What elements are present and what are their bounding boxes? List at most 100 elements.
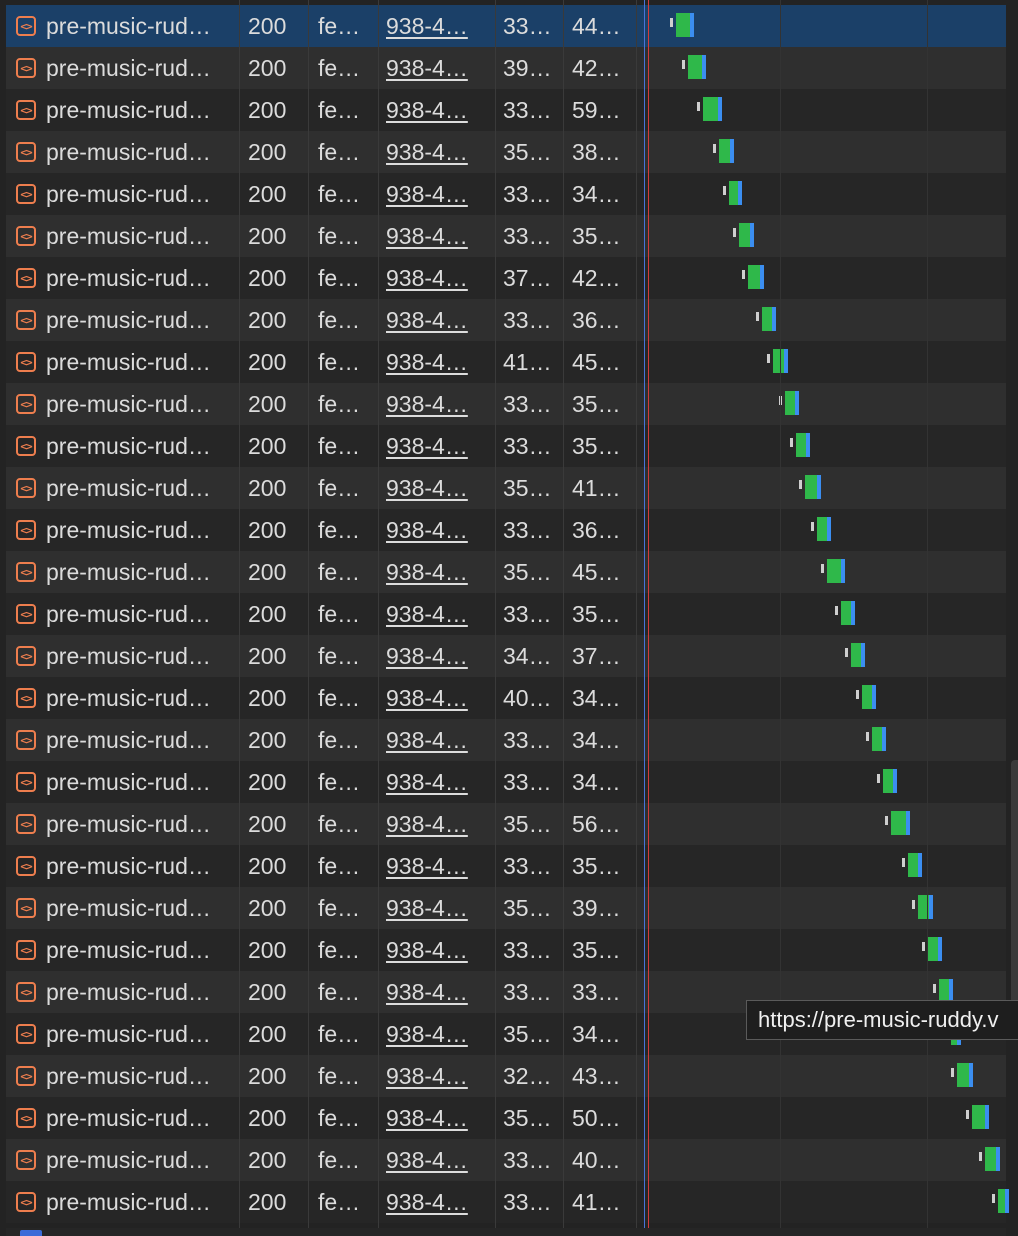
request-row[interactable]: <> pre-music-rud… 200 fe… 938-4… 39… 42… [6, 47, 1006, 89]
initiator-cell-text[interactable]: 938-4… [386, 97, 468, 124]
size-cell: 33… [495, 719, 563, 761]
request-row[interactable]: <> pre-music-rud… 200 fe… 938-4… 33… 35… [6, 383, 1006, 425]
waterfall-cell[interactable] [631, 1055, 1006, 1097]
waterfall-cell[interactable] [631, 719, 1006, 761]
size-cell: 33… [495, 5, 563, 47]
initiator-cell-text[interactable]: 938-4… [386, 895, 468, 922]
request-row[interactable]: <> pre-music-rud… 200 fe… 938-4… 35… 45… [6, 551, 1006, 593]
initiator-cell-text[interactable]: 938-4… [386, 307, 468, 334]
waterfall-cell[interactable] [631, 677, 1006, 719]
request-row[interactable]: <> pre-music-rud… 200 fe… 938-4… 33… 44… [6, 5, 1006, 47]
request-row[interactable]: <> pre-music-rud… 200 fe… 938-4… 40… 34… [6, 677, 1006, 719]
request-row[interactable]: <> pre-music-rud… 200 fe… 938-4… 35… 38… [6, 131, 1006, 173]
initiator-cell-text[interactable]: 938-4… [386, 475, 468, 502]
request-row[interactable]: <> pre-music-rud… 200 fe… 938-4… 33… 34… [6, 173, 1006, 215]
request-row[interactable]: <> pre-music-rud… 200 fe… 938-4… 35… 56… [6, 803, 1006, 845]
request-row[interactable]: <> pre-music-rud… 200 fe… 938-4… 33… 36… [6, 509, 1006, 551]
initiator-cell-text[interactable]: 938-4… [386, 1021, 468, 1048]
waterfall-cell[interactable] [631, 299, 1006, 341]
initiator-cell-text[interactable]: 938-4… [386, 937, 468, 964]
type-cell: fe… [308, 383, 378, 425]
request-row[interactable]: <> pre-music-rud… 200 fe… 938-4… 33… 35… [6, 845, 1006, 887]
initiator-cell-text[interactable]: 938-4… [386, 853, 468, 880]
waterfall-cell[interactable] [631, 551, 1006, 593]
waterfall-cell[interactable] [631, 1181, 1009, 1223]
column-divider[interactable] [563, 0, 564, 1236]
initiator-cell-text[interactable]: 938-4… [386, 349, 468, 376]
initiator-cell-text[interactable]: 938-4… [386, 13, 468, 40]
initiator-cell-text[interactable]: 938-4… [386, 181, 468, 208]
scrollbar-thumb[interactable] [1011, 760, 1018, 1010]
waterfall-cell[interactable] [631, 845, 1006, 887]
request-row[interactable]: <> pre-music-rud… 200 fe… 938-4… 37… 42… [6, 257, 1006, 299]
initiator-cell-text[interactable]: 938-4… [386, 55, 468, 82]
type-cell-text: fe… [318, 1020, 361, 1047]
request-row[interactable]: <> pre-music-rud… 200 fe… 938-4… 41… 45… [6, 341, 1006, 383]
initiator-cell-text[interactable]: 938-4… [386, 811, 468, 838]
request-row[interactable]: <> pre-music-rud… 200 fe… 938-4… 33… 34… [6, 719, 1006, 761]
initiator-cell-text[interactable]: 938-4… [386, 391, 468, 418]
waterfall-cell[interactable] [631, 383, 1006, 425]
initiator-cell-text[interactable]: 938-4… [386, 223, 468, 250]
waterfall-cell[interactable] [631, 803, 1006, 845]
initiator-cell-text[interactable]: 938-4… [386, 265, 468, 292]
type-cell: fe… [308, 845, 378, 887]
waterfall-cell[interactable] [631, 89, 1006, 131]
initiator-cell-text[interactable]: 938-4… [386, 685, 468, 712]
waterfall-cell[interactable] [631, 215, 1006, 257]
initiator-cell-text[interactable]: 938-4… [386, 1105, 468, 1132]
time-cell: 42… [563, 47, 631, 89]
waterfall-cell[interactable] [631, 257, 1006, 299]
waterfall-cell[interactable] [631, 887, 1006, 929]
status-cell-text: 200 [248, 726, 287, 753]
waterfall-cell[interactable] [631, 1097, 1006, 1139]
waterfall-cell[interactable] [631, 509, 1006, 551]
request-row[interactable]: <> pre-music-rud… 200 fe… 938-4… 32… 43… [6, 1055, 1006, 1097]
request-row[interactable]: <> pre-music-rud… 200 fe… 938-4… 33… 34… [6, 761, 1006, 803]
initiator-cell-text[interactable]: 938-4… [386, 139, 468, 166]
waterfall-cell[interactable] [631, 47, 1006, 89]
waterfall-cell[interactable] [631, 173, 1006, 215]
partial-request-row[interactable] [6, 1228, 1006, 1236]
initiator-cell-text[interactable]: 938-4… [386, 1147, 468, 1174]
waterfall-cell[interactable] [631, 467, 1006, 509]
request-row[interactable]: <> pre-music-rud… 200 fe… 938-4… 35… 41… [6, 467, 1006, 509]
waterfall-cell[interactable] [631, 635, 1006, 677]
initiator-cell-text[interactable]: 938-4… [386, 727, 468, 754]
column-divider[interactable] [239, 0, 240, 1236]
request-row[interactable]: <> pre-music-rud… 200 fe… 938-4… 33… 59… [6, 89, 1006, 131]
request-row[interactable]: <> pre-music-rud… 200 fe… 938-4… 33… 35… [6, 425, 1006, 467]
request-row[interactable]: <> pre-music-rud… 200 fe… 938-4… 33… 35… [6, 215, 1006, 257]
request-row[interactable]: <> pre-music-rud… 200 fe… 938-4… 33… 35… [6, 929, 1006, 971]
initiator-cell-text[interactable]: 938-4… [386, 559, 468, 586]
column-divider[interactable] [308, 0, 309, 1236]
initiator-cell-text[interactable]: 938-4… [386, 601, 468, 628]
waterfall-cell[interactable] [631, 929, 1006, 971]
request-name: pre-music-rud… [46, 264, 211, 291]
waterfall-cell[interactable] [631, 1139, 1006, 1181]
initiator-cell-text[interactable]: 938-4… [386, 1063, 468, 1090]
request-row[interactable]: <> pre-music-rud… 200 fe… 938-4… 33… 41… [6, 1181, 1009, 1223]
initiator-cell-text[interactable]: 938-4… [386, 769, 468, 796]
request-row[interactable]: <> pre-music-rud… 200 fe… 938-4… 33… 40… [6, 1139, 1006, 1181]
status-cell-text: 200 [248, 558, 287, 585]
column-divider[interactable] [495, 0, 496, 1236]
request-row[interactable]: <> pre-music-rud… 200 fe… 938-4… 33… 36… [6, 299, 1006, 341]
column-divider[interactable] [378, 0, 379, 1236]
request-row[interactable]: <> pre-music-rud… 200 fe… 938-4… 34… 37… [6, 635, 1006, 677]
initiator-cell-text[interactable]: 938-4… [386, 433, 468, 460]
waterfall-cell[interactable] [631, 593, 1006, 635]
waterfall-cell[interactable] [631, 761, 1006, 803]
initiator-cell-text[interactable]: 938-4… [386, 979, 468, 1006]
waterfall-cell[interactable] [631, 341, 1006, 383]
initiator-cell-text[interactable]: 938-4… [386, 517, 468, 544]
request-row[interactable]: <> pre-music-rud… 200 fe… 938-4… 35… 39… [6, 887, 1006, 929]
initiator-cell-text[interactable]: 938-4… [386, 643, 468, 670]
waterfall-cell[interactable] [631, 425, 1006, 467]
initiator-cell-text[interactable]: 938-4… [386, 1189, 468, 1216]
request-row[interactable]: <> pre-music-rud… 200 fe… 938-4… 33… 35… [6, 593, 1006, 635]
waterfall-cell[interactable] [631, 131, 1006, 173]
request-row[interactable]: <> pre-music-rud… 200 fe… 938-4… 35… 50… [6, 1097, 1006, 1139]
column-divider[interactable] [636, 0, 637, 1236]
waterfall-cell[interactable] [631, 5, 1006, 47]
